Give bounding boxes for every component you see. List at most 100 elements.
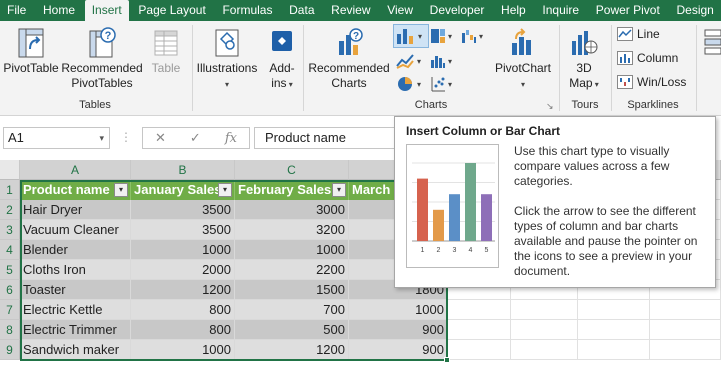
illustrations-button[interactable]: Illustrations ▾: [194, 27, 260, 92]
row-header-8[interactable]: 8: [0, 320, 20, 340]
empty-cell[interactable]: [448, 320, 511, 340]
tab-power-pivot[interactable]: Power Pivot: [589, 0, 667, 21]
product-name-cell[interactable]: Hair Dryer: [20, 200, 131, 220]
table-header-cell[interactable]: January Sales ▾: [131, 180, 235, 200]
product-name-cell[interactable]: Electric Kettle: [20, 300, 131, 320]
sales-value-cell[interactable]: 1000: [131, 340, 235, 360]
sales-value-cell[interactable]: 3500: [131, 220, 235, 240]
sparkline-winloss-icon: [617, 75, 633, 89]
tab-formulas[interactable]: Formulas: [215, 0, 279, 21]
tab-review[interactable]: Review: [324, 0, 377, 21]
tab-developer[interactable]: Developer: [423, 0, 492, 21]
tab-design[interactable]: Design: [669, 0, 720, 21]
table-header-cell[interactable]: Product name ▾: [20, 180, 131, 200]
product-name-cell[interactable]: Blender: [20, 240, 131, 260]
empty-cell[interactable]: [650, 300, 721, 320]
3d-map-button[interactable]: 3D Map ▾: [562, 27, 606, 92]
table-button[interactable]: Table: [146, 27, 186, 76]
addins-button[interactable]: Add- ins ▾: [262, 27, 302, 92]
cancel-icon[interactable]: ✕: [155, 130, 166, 146]
formula-input[interactable]: Product name: [254, 127, 394, 149]
sparkline-line-button[interactable]: Line: [617, 27, 660, 41]
empty-cell[interactable]: [578, 340, 650, 360]
sales-value-cell[interactable]: 3200: [235, 220, 349, 240]
empty-cell[interactable]: [511, 300, 578, 320]
tab-file[interactable]: File: [0, 0, 33, 21]
product-name-cell[interactable]: Electric Trimmer: [20, 320, 131, 340]
enter-icon[interactable]: ✓: [190, 130, 201, 146]
name-box[interactable]: A1 ▾: [3, 127, 110, 149]
tab-page-layout[interactable]: Page Layout: [131, 0, 212, 21]
insert-hierarchy-chart-button[interactable]: ▾: [430, 26, 456, 46]
sales-value-cell[interactable]: 2000: [131, 260, 235, 280]
tab-view[interactable]: View: [380, 0, 420, 21]
sales-value-cell[interactable]: 500: [235, 320, 349, 340]
sales-value-cell[interactable]: 800: [131, 300, 235, 320]
chevron-down-icon[interactable]: ▾: [99, 128, 104, 148]
filter-dropdown-button[interactable]: ▾: [114, 183, 128, 197]
tab-help[interactable]: Help: [494, 0, 533, 21]
product-name-cell[interactable]: Sandwich maker: [20, 340, 131, 360]
tab-inquire[interactable]: Inquire: [535, 0, 586, 21]
column-header-c[interactable]: C: [235, 160, 349, 180]
row-header-9[interactable]: 9: [0, 340, 20, 360]
empty-cell[interactable]: [448, 300, 511, 320]
tab-insert[interactable]: Insert: [84, 0, 129, 21]
pivot-chart-button[interactable]: PivotChart ▾: [490, 27, 556, 92]
insert-scatter-chart-button[interactable]: ▾: [430, 74, 456, 94]
row-header-4[interactable]: 4: [0, 240, 20, 260]
filter-dropdown-button[interactable]: ▾: [332, 183, 346, 197]
sales-value-cell[interactable]: 800: [131, 320, 235, 340]
insert-function-icon[interactable]: fx: [225, 131, 237, 146]
recommended-charts-button[interactable]: ? Recommended Charts: [306, 27, 392, 91]
empty-cell[interactable]: [578, 320, 650, 340]
insert-column-bar-chart-button[interactable]: ▾: [393, 24, 429, 48]
insert-pie-chart-button[interactable]: ▾: [395, 74, 427, 94]
sales-value-cell[interactable]: 1200: [235, 340, 349, 360]
sales-value-cell[interactable]: 3000: [235, 200, 349, 220]
sparkline-column-button[interactable]: Column: [617, 51, 678, 65]
pivot-table-button[interactable]: PivotTable: [2, 27, 60, 76]
empty-cell[interactable]: [448, 340, 511, 360]
empty-cell[interactable]: [511, 340, 578, 360]
column-header-a[interactable]: A: [20, 160, 131, 180]
filter-dropdown-button[interactable]: ▾: [218, 183, 232, 197]
sales-value-cell[interactable]: 1000: [131, 240, 235, 260]
insert-line-chart-button[interactable]: ▾: [395, 51, 427, 71]
empty-cell[interactable]: [511, 320, 578, 340]
insert-statistic-chart-button[interactable]: ▾: [430, 51, 456, 71]
sales-value-cell[interactable]: 900: [349, 340, 448, 360]
product-name-cell[interactable]: Toaster: [20, 280, 131, 300]
sales-value-cell[interactable]: 900: [349, 320, 448, 340]
product-name-cell[interactable]: Cloths Iron: [20, 260, 131, 280]
sales-value-cell[interactable]: 3500: [131, 200, 235, 220]
row-header-2[interactable]: 2: [0, 200, 20, 220]
sparkline-winloss-button[interactable]: Win/Loss: [617, 75, 686, 89]
select-all-corner[interactable]: [0, 160, 20, 180]
tab-data[interactable]: Data: [282, 0, 321, 21]
sales-value-cell[interactable]: 1000: [349, 300, 448, 320]
product-name-cell[interactable]: Vacuum Cleaner: [20, 220, 131, 240]
fill-handle[interactable]: [444, 357, 450, 363]
sales-value-cell[interactable]: 1500: [235, 280, 349, 300]
sales-value-cell[interactable]: 700: [235, 300, 349, 320]
sales-value-cell[interactable]: 2200: [235, 260, 349, 280]
recommended-pivottables-button[interactable]: ? Recommended PivotTables: [60, 27, 144, 91]
sales-value-cell[interactable]: 1000: [235, 240, 349, 260]
row-header-7[interactable]: 7: [0, 300, 20, 320]
dialog-launcher-icon[interactable]: ↘: [546, 101, 554, 112]
empty-cell[interactable]: [650, 320, 721, 340]
insert-waterfall-chart-button[interactable]: ▾: [461, 26, 487, 46]
row-header-6[interactable]: 6: [0, 280, 20, 300]
row-header-5[interactable]: 5: [0, 260, 20, 280]
sales-value-cell[interactable]: 1200: [131, 280, 235, 300]
column-header-b[interactable]: B: [131, 160, 235, 180]
row-header-3[interactable]: 3: [0, 220, 20, 240]
filters-button[interactable]: [702, 27, 721, 61]
table-header-cell[interactable]: February Sales ▾: [235, 180, 349, 200]
tab-home[interactable]: Home: [36, 0, 82, 21]
chevron-down-icon[interactable]: ▾: [418, 32, 422, 41]
empty-cell[interactable]: [650, 340, 721, 360]
row-header-1[interactable]: 1: [0, 180, 20, 200]
empty-cell[interactable]: [578, 300, 650, 320]
